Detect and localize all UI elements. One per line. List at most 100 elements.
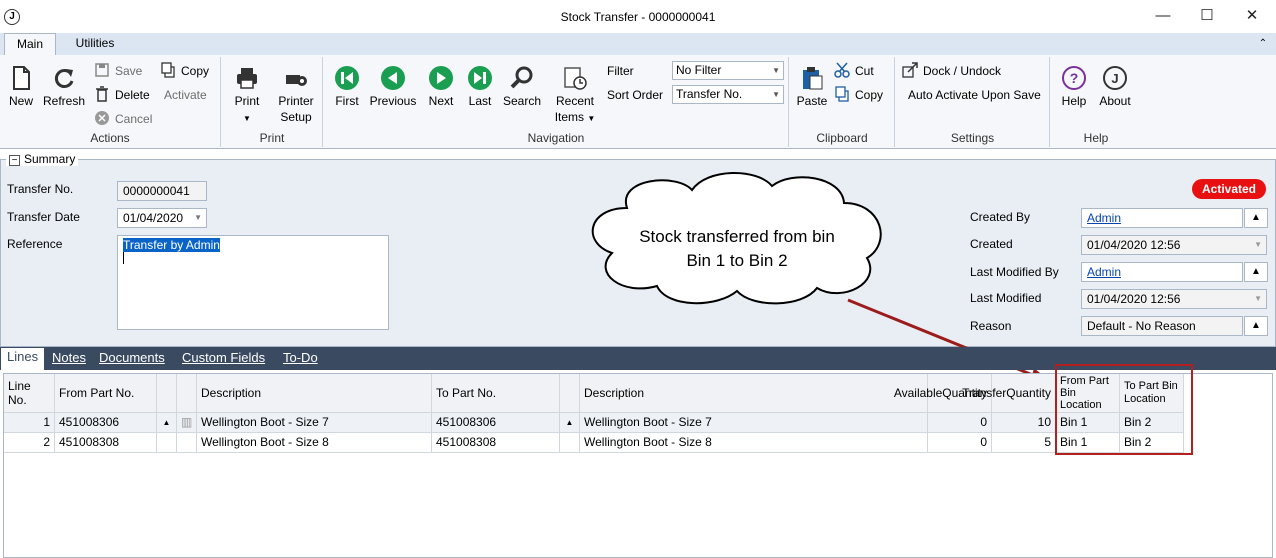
about-button[interactable]: J About — [1095, 65, 1135, 109]
cell-to-part[interactable]: 451008306 — [432, 413, 560, 433]
activate-button[interactable]: Activate — [164, 86, 207, 104]
previous-icon — [381, 66, 405, 90]
cell-to-part[interactable]: 451008308 — [432, 433, 560, 453]
header-description[interactable]: Description — [197, 374, 432, 413]
recent-items-icon — [564, 67, 587, 90]
transfer-no-label: Transfer No. — [7, 182, 74, 196]
delete-button[interactable]: Delete — [94, 86, 150, 104]
collapse-ribbon-icon[interactable]: ⌃ — [1254, 33, 1272, 55]
group-label-navigation: Navigation — [527, 131, 585, 145]
transfer-date-field[interactable]: 01/04/2020 ▼ — [117, 208, 207, 228]
cell-description[interactable]: Wellington Boot - Size 8 — [197, 433, 432, 453]
group-actions: New Refresh Save Delete Cancel Copy Acti… — [0, 57, 221, 147]
cell-from-part[interactable]: 451008308 — [55, 433, 157, 453]
next-button[interactable]: Next — [424, 65, 458, 109]
close-button[interactable]: ✕ — [1237, 6, 1267, 26]
header-to-part[interactable]: To Part No. — [432, 374, 560, 413]
last-modified-by-field[interactable]: Admin — [1081, 262, 1243, 282]
filter-label: Filter — [607, 64, 634, 78]
cell-line-no[interactable]: 2 — [4, 433, 55, 453]
last-button[interactable]: Last — [463, 65, 497, 109]
created-by-field[interactable]: Admin — [1081, 208, 1243, 228]
cell-spacer — [560, 433, 580, 453]
transfer-date-label: Transfer Date — [7, 210, 80, 224]
copy-button[interactable]: Copy — [834, 86, 883, 104]
header-line-no[interactable]: Line No. — [4, 374, 55, 413]
cell-from-part[interactable]: 451008306 — [55, 413, 157, 433]
last-modified-field[interactable]: 01/04/2020 12:56 ▼ — [1081, 289, 1267, 309]
trash-icon — [96, 86, 108, 102]
tab-utilities[interactable]: Utilities — [68, 33, 122, 55]
cell-transfer[interactable]: 5 — [992, 433, 1056, 453]
dock-undock-button[interactable]: Dock / Undock — [902, 62, 1001, 80]
filter-select[interactable]: No Filter ▼ — [672, 61, 784, 80]
dock-icon — [902, 62, 918, 78]
save-icon — [95, 63, 109, 77]
created-field[interactable]: 01/04/2020 12:56 ▼ — [1081, 235, 1267, 255]
chevron-up-icon[interactable]: ▲ — [1244, 262, 1268, 282]
header-from-part[interactable]: From Part No. — [55, 374, 157, 413]
title-bar: J Stock Transfer - 0000000041 — ☐ ✕ — [0, 0, 1276, 33]
tab-notes[interactable]: Notes — [52, 350, 86, 365]
help-button[interactable]: ? Help — [1057, 65, 1091, 109]
paste-button[interactable]: Paste — [796, 65, 828, 109]
maximize-button[interactable]: ☐ — [1192, 6, 1222, 26]
chevron-up-icon[interactable]: ▲ — [1244, 316, 1268, 336]
cell-line-no[interactable]: 1 — [4, 413, 55, 433]
summary-header[interactable]: − Summary — [6, 152, 79, 166]
cell-description-2[interactable]: Wellington Boot - Size 8 — [580, 433, 928, 453]
svg-text:?: ? — [1070, 70, 1079, 86]
created-by-link[interactable]: Admin — [1087, 211, 1121, 225]
refresh-icon — [54, 69, 74, 88]
collapse-icon[interactable]: − — [9, 155, 20, 166]
save-button[interactable]: Save — [94, 62, 142, 80]
tab-documents[interactable]: Documents — [99, 350, 165, 365]
new-button[interactable]: New — [6, 65, 36, 109]
minimize-button[interactable]: — — [1148, 6, 1178, 26]
auto-activate-toggle[interactable]: Auto Activate Upon Save — [908, 86, 1041, 104]
tab-main[interactable]: Main — [4, 33, 56, 55]
copy-record-button[interactable]: Copy — [160, 62, 209, 80]
new-document-icon — [13, 66, 30, 90]
trash-icon[interactable]: ▥ — [177, 413, 197, 433]
printer-setup-button[interactable]: Printer Setup — [274, 65, 318, 125]
search-button[interactable]: Search — [502, 65, 542, 109]
chevron-up-icon[interactable]: ▲ — [560, 413, 580, 433]
group-settings: Dock / Undock Auto Activate Upon Save Se… — [896, 57, 1050, 147]
header-spacer — [157, 374, 177, 413]
scissors-icon — [834, 62, 850, 78]
cancel-button[interactable]: Cancel — [94, 110, 152, 128]
transfer-no-field[interactable]: 0000000041 — [117, 181, 207, 201]
chevron-down-icon: ▼ — [1254, 240, 1262, 249]
cell-description[interactable]: Wellington Boot - Size 7 — [197, 413, 432, 433]
chevron-down-icon: ▼ — [194, 213, 202, 222]
recent-items-button[interactable]: Recent Items ▼ — [552, 65, 598, 127]
print-button[interactable]: Print ▼ — [230, 65, 264, 127]
tab-todo[interactable]: To-Do — [283, 350, 318, 365]
sort-order-select[interactable]: Transfer No. ▼ — [672, 85, 784, 104]
last-modified-by-label: Last Modified By — [970, 265, 1059, 279]
tab-custom-fields[interactable]: Custom Fields — [182, 350, 265, 365]
tab-lines[interactable]: Lines — [1, 348, 45, 370]
cell-transfer[interactable]: 10 — [992, 413, 1056, 433]
previous-button[interactable]: Previous — [368, 65, 418, 109]
chevron-up-icon[interactable]: ▲ — [1244, 208, 1268, 228]
header-description-2[interactable]: Description — [580, 374, 928, 413]
reason-field[interactable]: Default - No Reason — [1081, 316, 1243, 336]
cell-spacer — [177, 433, 197, 453]
group-help: ? Help J About Help — [1051, 57, 1141, 147]
chevron-down-icon: ▼ — [772, 66, 780, 75]
refresh-button[interactable]: Refresh — [42, 65, 86, 109]
chevron-up-icon[interactable]: ▲ — [157, 413, 177, 433]
created-label: Created — [970, 237, 1013, 251]
reference-textarea[interactable]: Transfer by Admin — [117, 235, 389, 330]
last-modified-by-link[interactable]: Admin — [1087, 265, 1121, 279]
cell-available[interactable]: 0 — [928, 413, 992, 433]
header-transfer-quantity[interactable]: Transfer Quantity — [962, 374, 1056, 413]
first-button[interactable]: First — [330, 65, 364, 109]
cell-description-2[interactable]: Wellington Boot - Size 7 — [580, 413, 928, 433]
cut-button[interactable]: Cut — [834, 62, 874, 80]
last-modified-label: Last Modified — [970, 291, 1042, 305]
copy-icon — [835, 86, 849, 102]
cell-available[interactable]: 0 — [928, 433, 992, 453]
